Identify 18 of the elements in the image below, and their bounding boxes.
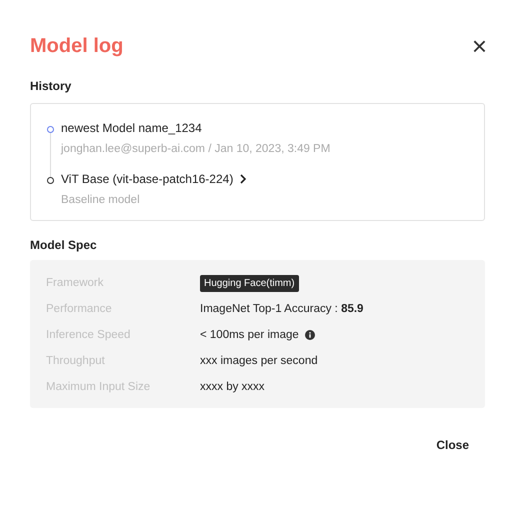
framework-tag: Hugging Face(timm) [200, 274, 299, 292]
close-text-button[interactable]: Close [420, 432, 485, 458]
section-heading: Model Spec [30, 238, 98, 252]
timeline-dot-icon [46, 126, 54, 133]
section-heading: History [30, 79, 72, 93]
spec-value: < 100ms per image [200, 329, 299, 341]
spec-value: xxx images per second [200, 355, 318, 367]
close-button[interactable]: × [470, 33, 489, 59]
model-detail: Baseline model [61, 194, 141, 206]
chevron-right-icon[interactable] [239, 174, 248, 184]
spec-value: xxxx by xxxx [200, 381, 265, 393]
timeline-dot-icon [46, 177, 54, 184]
model-name: ViT Base (vit-base-patch16-224) [61, 172, 234, 186]
dialog-title: Model log [30, 34, 124, 58]
info-icon[interactable] [304, 330, 315, 340]
spec-value: ImageNet Top-1 Accuracy : 85.9 [200, 303, 364, 315]
model-detail: jonghan.lee@superb-ai.com / Jan 10, 2023, 3:49 PM [61, 143, 332, 155]
model-name: newest Model name_1234 [61, 121, 202, 135]
